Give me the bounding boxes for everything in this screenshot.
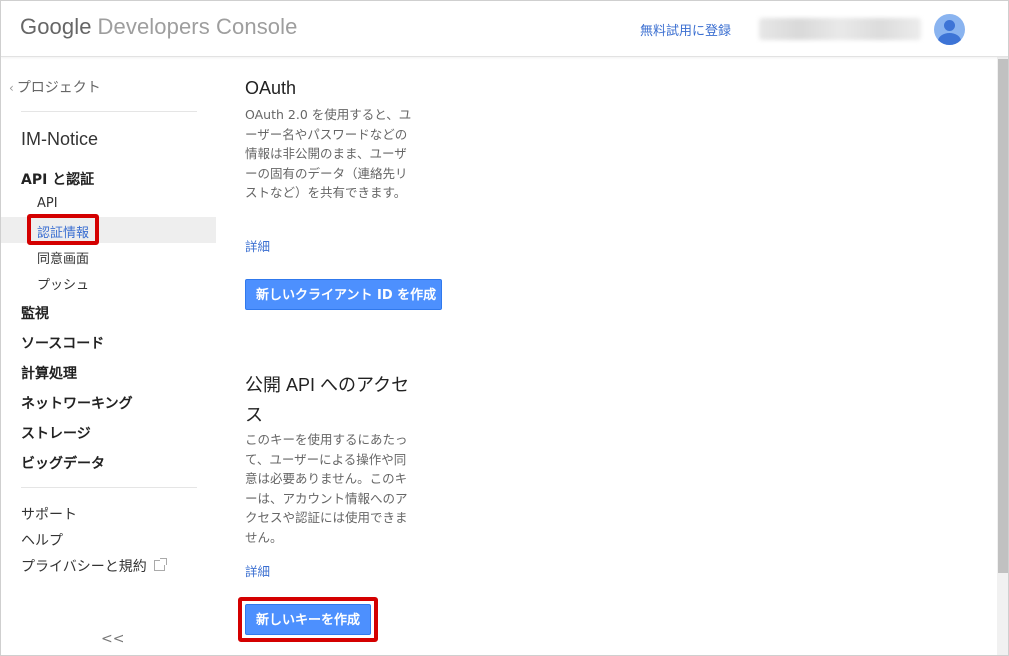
sidebar-item-networking[interactable]: ネットワーキング: [21, 393, 133, 413]
console-window: Google Developers Console 無料試用に登録 ‹ プロジェクト…: [0, 0, 1009, 656]
free-trial-link[interactable]: 無料試用に登録: [640, 20, 731, 39]
create-client-id-button[interactable]: 新しいクライアント ID を作成: [245, 279, 442, 310]
back-to-projects-link[interactable]: ‹ プロジェクト: [9, 77, 101, 97]
sidebar-link-privacy-terms[interactable]: プライバシーと規約: [21, 556, 167, 576]
brand-logo[interactable]: Google Developers Console: [20, 14, 297, 40]
sidebar-item-big-data[interactable]: ビッグデータ: [21, 453, 105, 473]
sidebar-item-monitoring[interactable]: 監視: [21, 303, 49, 323]
sidebar-divider: [21, 111, 197, 112]
brand-product: Developers Console: [97, 14, 298, 39]
scrollbar-thumb[interactable]: [998, 59, 1008, 573]
sidebar: ‹ プロジェクト IM-Notice API と認証 API 認証情報 同意画面 …: [1, 57, 216, 655]
sidebar-item-source-code[interactable]: ソースコード: [21, 333, 104, 353]
avatar-body-icon: [938, 33, 961, 45]
project-name: IM-Notice: [21, 129, 99, 149]
sidebar-item-storage[interactable]: ストレージ: [21, 423, 91, 443]
avatar-head-icon: [944, 20, 955, 31]
chevron-left-icon: ‹: [9, 81, 14, 95]
annotation-highlight-credentials: [27, 214, 99, 245]
avatar[interactable]: [934, 14, 965, 45]
sidebar-link-support[interactable]: サポート: [21, 504, 77, 524]
brand-google: Google: [20, 14, 92, 39]
oauth-learn-more-link[interactable]: 詳細: [245, 236, 270, 255]
account-email-blurred[interactable]: [759, 18, 921, 40]
sidebar-item-api-auth[interactable]: API と認証: [21, 169, 94, 189]
sidebar-item-consent-screen[interactable]: 同意画面: [37, 248, 89, 267]
public-api-learn-more-link[interactable]: 詳細: [245, 561, 270, 580]
collapse-sidebar-button[interactable]: <<: [101, 631, 124, 647]
sidebar-item-api[interactable]: API: [37, 196, 58, 211]
sidebar-link-help[interactable]: ヘルプ: [21, 530, 63, 550]
oauth-title: OAuth: [245, 78, 297, 98]
back-link-label: プロジェクト: [16, 80, 101, 96]
top-header: Google Developers Console 無料試用に登録: [1, 1, 1008, 57]
sidebar-divider-footer: [21, 487, 197, 488]
external-link-icon: [153, 558, 167, 571]
sidebar-item-compute[interactable]: 計算処理: [21, 363, 77, 383]
public-api-description: このキーを使用するにあたって、ユーザーによる操作や同意は必要ありません。このキー…: [245, 432, 408, 545]
privacy-terms-label: プライバシーと規約: [21, 559, 147, 575]
annotation-highlight-create-key: [238, 597, 378, 642]
public-api-title: 公開 API へのアクセス: [245, 375, 410, 425]
oauth-description: OAuth 2.0 を使用すると、ユーザー名やパスワードなどの情報は非公開のまま…: [245, 107, 412, 200]
sidebar-item-push[interactable]: プッシュ: [37, 274, 89, 293]
